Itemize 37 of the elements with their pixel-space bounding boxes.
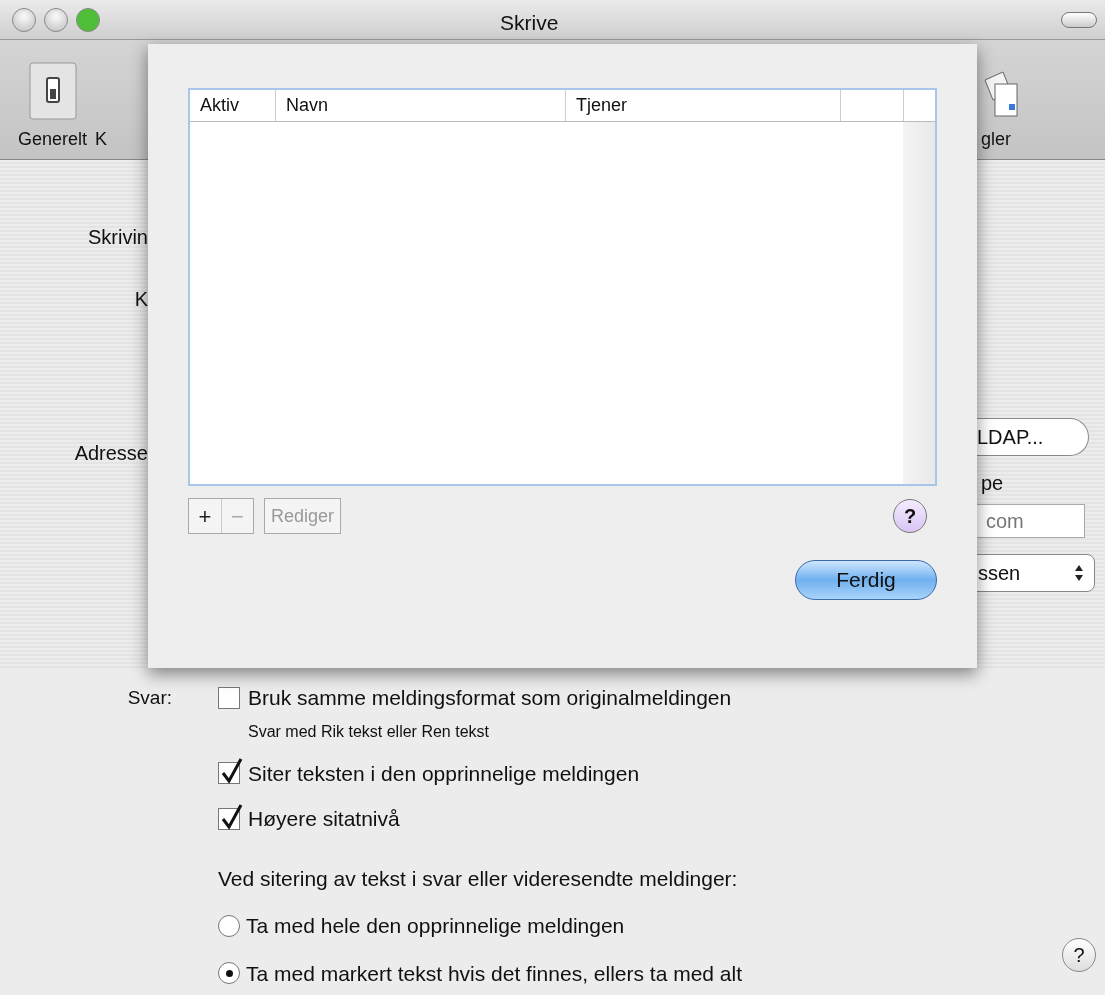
toolbar-item[interactable]: K [95,126,108,153]
radio-button[interactable] [218,914,240,937]
toolbar-toggle-button[interactable] [1061,12,1097,28]
label-text: pe [980,471,1004,496]
done-button[interactable]: Ferdig [795,560,937,600]
checkbox-label: Bruk samme meldingsformat som originalmeldingen [248,685,732,711]
toolbar-item[interactable]: gler [981,126,1011,153]
radio-button[interactable] [218,962,240,985]
column-header[interactable]: Navn [276,90,566,121]
checkbox[interactable] [218,807,240,830]
hint-text: Svar med Rik tekst eller Ren tekst [247,721,490,742]
window-title: Skrive [500,10,559,36]
close-window-button[interactable] [12,7,36,32]
section-label: Skrivin [88,225,148,250]
switch-icon [28,62,77,120]
radio-label: Ta med markert tekst hvis det finnes, ellers ta med alt [246,960,743,987]
minimize-window-button[interactable] [44,7,68,32]
section-label: K [134,287,148,312]
help-button[interactable]: ? [1062,938,1096,972]
zoom-window-button[interactable] [76,7,100,32]
checkbox-label: Siter teksten i den opprinnelige meldingen [248,760,640,787]
reply-label: Svar: [127,686,172,710]
checkbox[interactable] [218,686,240,709]
radio-label: Ta med hele den opprinnelige meldingen [246,913,625,939]
ldap-button[interactable]: LDAP... [975,418,1089,456]
checkbox-label: Høyere sitatnivå [248,806,400,832]
toolbar-item[interactable]: Generelt [18,126,88,153]
section-label: Adresse [74,441,148,466]
stepper-arrows-icon [1074,564,1084,582]
domain-field[interactable]: com [975,504,1085,538]
column-header[interactable]: Aktiv [190,90,276,121]
help-button[interactable]: ? [893,499,927,533]
quote-heading: Ved sitering av tekst i svar eller videresendte meldinger: [218,865,739,892]
documents-icon [981,70,1021,120]
column-header[interactable]: Tjener [566,90,841,121]
popup-button[interactable]: ssen [975,554,1095,592]
add-button[interactable]: + [189,499,221,533]
